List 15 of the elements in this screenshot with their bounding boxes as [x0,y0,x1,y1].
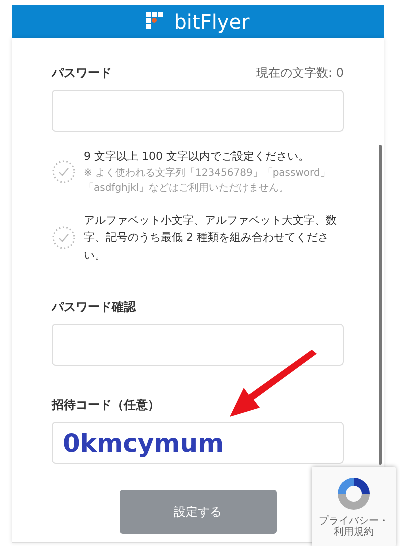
brand-name: bitFlyer [174,8,250,36]
recaptcha-icon [336,476,372,512]
rule-note: ※ よく使われる文字列「123456789」「password」「asdfghjkl」などはご利用いただけません。 [84,166,332,196]
recaptcha-badge[interactable]: プライバシー・利用規約 [312,467,396,546]
password-field[interactable] [52,90,344,132]
privacy-terms-link[interactable]: プライバシー・利用規約 [317,516,391,538]
invite-code-field[interactable]: 0kmcymum [52,422,344,464]
field-label: パスワード確認 [52,299,136,316]
field-label: パスワード [52,65,112,82]
confirm-password-field[interactable] [52,324,344,366]
rule-text: 9 文字以上 100 文字以内でご設定ください。 [84,149,310,165]
field-label: 招待コード（任意） [52,397,160,414]
scrollbar[interactable] [379,145,382,465]
character-counter: 現在の文字数: 0 [256,65,344,82]
rule-text: アルファベット小文字、アルファベット大文字、数字、記号のうち最低 2 種類を組み合わせてください。 [84,212,338,264]
